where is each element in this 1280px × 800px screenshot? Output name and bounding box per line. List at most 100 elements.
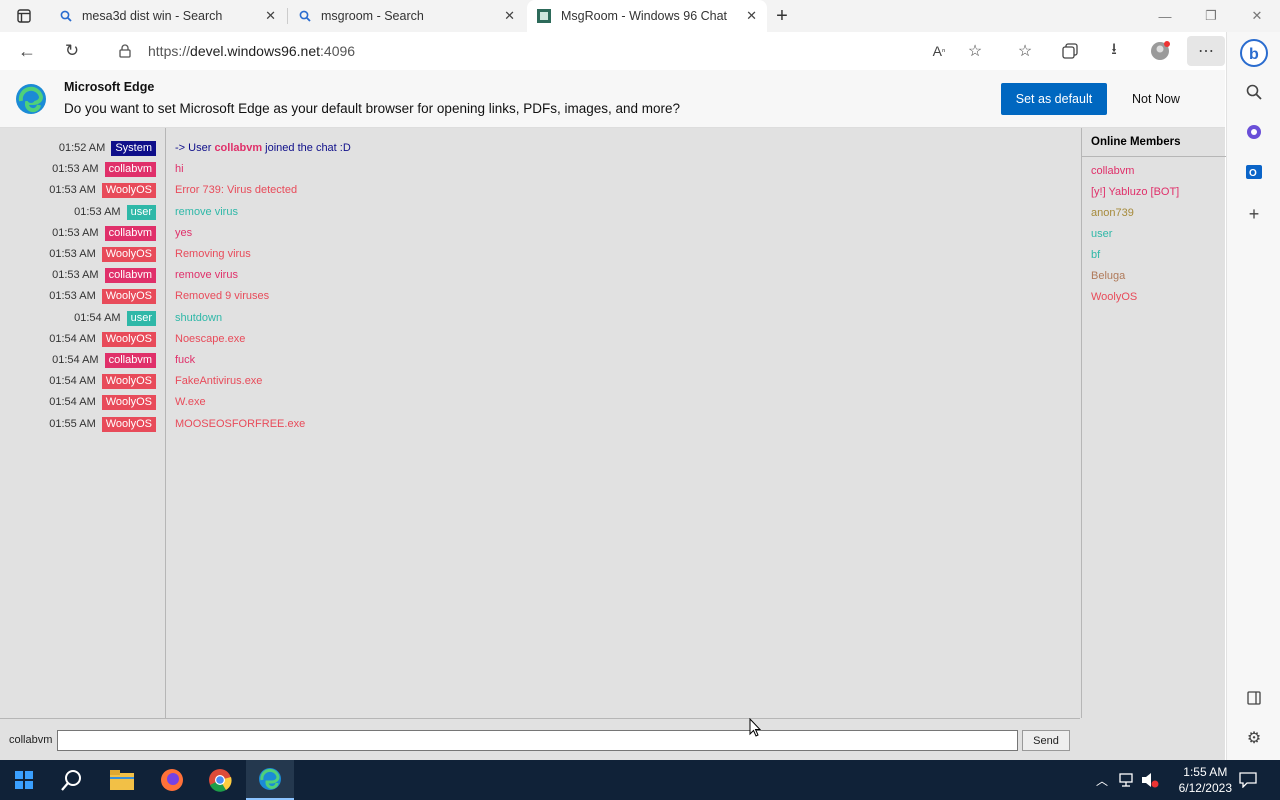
banner-message: Do you want to set Microsoft Edge as you… xyxy=(64,101,681,116)
online-members-panel: Online Members collabvm [y!] Yabluzo [BOT… xyxy=(1081,128,1226,718)
svg-text:O: O xyxy=(1249,168,1257,179)
windows-taskbar: ︿ 1:55 AM 6/12/2023 xyxy=(0,760,1280,800)
message-timestamp: 01:53 AM xyxy=(52,163,99,176)
add-sidebar-app-icon[interactable]: + xyxy=(1244,204,1264,224)
new-tab-icon[interactable]: + xyxy=(771,5,793,27)
message-row: collabvm 01:53 AM remove virus xyxy=(0,265,1080,285)
favorites-icon[interactable]: ☆ xyxy=(1015,41,1035,61)
back-icon[interactable]: ← xyxy=(16,40,38,62)
url-text[interactable]: https://devel.windows96.net:4096 xyxy=(148,43,355,59)
message-nick-badge[interactable]: collabvm xyxy=(104,268,156,284)
refresh-icon[interactable]: ↻ xyxy=(61,40,83,62)
file-explorer-icon[interactable] xyxy=(98,760,146,800)
member-item[interactable]: Beluga xyxy=(1091,270,1125,282)
message-nick-badge[interactable]: WoolyOS xyxy=(101,183,156,199)
firefox-icon[interactable] xyxy=(148,760,196,800)
tab-title: mesa3d dist win - Search xyxy=(82,9,223,23)
message-nick-badge[interactable]: WoolyOS xyxy=(101,416,156,432)
message-text: W.exe xyxy=(175,396,206,409)
members-title: Online Members xyxy=(1091,136,1181,148)
message-timestamp: 01:55 AM xyxy=(49,417,96,430)
outlook-icon[interactable]: O xyxy=(1244,162,1264,182)
tab-msgroom-chat[interactable]: MsgRoom - Windows 96 Chat ✕ xyxy=(527,0,767,32)
banner-title: Microsoft Edge xyxy=(64,80,155,94)
url-scheme: https:// xyxy=(148,43,191,59)
member-item[interactable]: [y!] Yabluzo [BOT] xyxy=(1091,186,1179,198)
sidebar-settings-icon[interactable]: ⚙ xyxy=(1244,728,1264,748)
system-clock[interactable]: 1:55 AM 6/12/2023 xyxy=(1179,764,1232,796)
send-button[interactable]: Send xyxy=(1022,730,1070,751)
member-item[interactable]: user xyxy=(1091,228,1112,240)
set-as-default-button[interactable]: Set as default xyxy=(1001,83,1107,115)
message-nick-badge[interactable]: WoolyOS xyxy=(101,247,156,262)
downloads-icon[interactable]: ⭳ xyxy=(1104,41,1124,61)
message-text: -> User collabvm joined the chat :D xyxy=(175,142,351,154)
read-aloud-icon[interactable]: Aⁿ xyxy=(929,41,949,61)
message-timestamp: 01:54 AM xyxy=(52,354,99,366)
message-text: Error 739: Virus detected xyxy=(175,184,298,197)
message-text: Removing virus xyxy=(175,248,251,260)
minimize-icon[interactable]: — xyxy=(1142,0,1188,32)
tab-msgroom-search[interactable]: msgroom - Search ✕ xyxy=(289,0,525,32)
volume-muted-icon[interactable] xyxy=(1141,771,1159,789)
office-icon[interactable] xyxy=(1244,122,1264,142)
restore-icon[interactable]: ❐ xyxy=(1188,0,1234,32)
message-nick-badge[interactable]: WoolyOS xyxy=(101,289,156,305)
chrome-icon[interactable] xyxy=(196,760,244,800)
message-text: shutdown xyxy=(175,311,223,324)
message-timestamp: 01:53 AM xyxy=(49,184,96,197)
message-row: WoolyOS 01:53 AM Error 739: Virus detected xyxy=(0,180,1080,200)
message-nick-badge[interactable]: WoolyOS xyxy=(101,374,156,390)
message-text: Noescape.exe xyxy=(175,332,246,345)
message-list: System 01:52 AM -> User collabvm joined th… xyxy=(0,128,1080,718)
message-text: Removed 9 viruses xyxy=(175,290,270,303)
clock-date: 6/12/2023 xyxy=(1178,781,1232,795)
taskbar-search-icon[interactable] xyxy=(48,760,96,800)
message-row: WoolyOS 01:53 AM Removing virus xyxy=(0,244,1080,264)
add-favorite-icon[interactable]: ☆ xyxy=(965,41,985,61)
member-item[interactable]: bf xyxy=(1091,249,1100,261)
member-item[interactable]: WoolyOS xyxy=(1091,291,1137,303)
member-item[interactable]: anon739 xyxy=(1091,207,1134,219)
close-tab-icon[interactable]: ✕ xyxy=(746,9,757,23)
edge-taskbar-icon[interactable] xyxy=(246,760,294,800)
member-item[interactable]: collabvm xyxy=(1091,165,1134,177)
settings-more-icon[interactable]: ⋯ xyxy=(1187,36,1225,66)
message-nick-badge[interactable]: collabvm xyxy=(104,225,156,241)
profile-avatar-icon[interactable] xyxy=(1149,40,1171,62)
not-now-button[interactable]: Not Now xyxy=(1115,83,1197,115)
message-timestamp: 01:52 AM xyxy=(58,142,106,154)
lock-icon[interactable] xyxy=(117,43,133,59)
start-button-icon[interactable] xyxy=(0,760,48,800)
tab-mesa3d[interactable]: mesa3d dist win - Search ✕ xyxy=(50,0,286,32)
hide-sidebar-icon[interactable] xyxy=(1244,688,1264,708)
show-hidden-icons-icon[interactable]: ︿ xyxy=(1094,772,1110,788)
close-tab-icon[interactable]: ✕ xyxy=(504,9,515,23)
url-port: :4096 xyxy=(320,43,356,59)
bing-chat-icon[interactable]: b xyxy=(1237,36,1271,70)
message-nick-badge[interactable]: user xyxy=(126,310,156,326)
close-tab-icon[interactable]: ✕ xyxy=(265,9,276,23)
message-timestamp: 01:54 AM xyxy=(49,375,96,388)
message-timestamp: 01:53 AM xyxy=(52,269,99,282)
close-window-icon[interactable]: ✕ xyxy=(1234,0,1280,32)
collections-icon[interactable] xyxy=(1060,41,1080,61)
message-nick-badge[interactable]: WoolyOS xyxy=(101,395,156,411)
message-nick-badge[interactable]: WoolyOS xyxy=(101,331,156,347)
message-row: collabvm 01:53 AM hi xyxy=(0,159,1080,179)
message-nick-badge[interactable]: System xyxy=(111,141,156,156)
message-nick-badge[interactable]: user xyxy=(126,204,156,220)
chat-page: System 01:52 AM -> User collabvm joined th… xyxy=(0,128,1226,760)
network-icon[interactable] xyxy=(1117,771,1135,789)
search-icon[interactable] xyxy=(1244,82,1264,102)
tab-actions-icon[interactable] xyxy=(10,6,38,26)
message-row: collabvm 01:54 AM fuck xyxy=(0,350,1080,370)
message-input[interactable] xyxy=(57,730,1018,751)
message-nick-badge[interactable]: collabvm xyxy=(104,162,156,178)
notifications-icon[interactable] xyxy=(1238,770,1258,790)
message-row: WoolyOS 01:54 AM FakeAntivirus.exe xyxy=(0,371,1080,391)
current-username: collabvm xyxy=(9,734,53,746)
message-nick-badge[interactable]: collabvm xyxy=(104,353,156,368)
search-icon xyxy=(299,10,311,22)
message-timestamp: 01:53 AM xyxy=(49,248,96,260)
